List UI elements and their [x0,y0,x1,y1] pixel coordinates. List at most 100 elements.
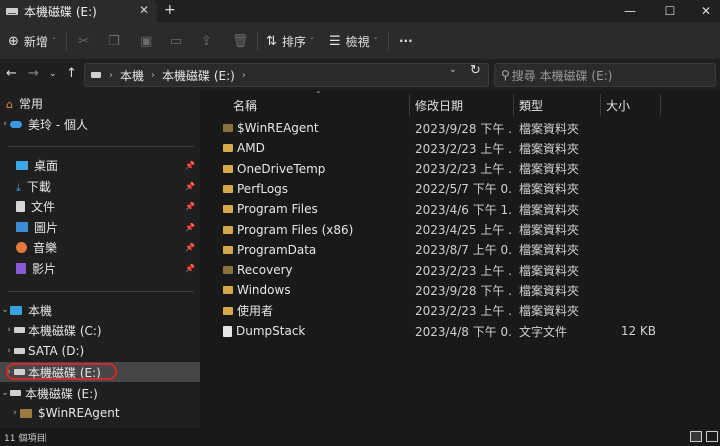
pin-icon[interactable]: 📌 [185,161,195,170]
close-window-button[interactable]: ✕ [688,0,720,22]
minimize-button[interactable]: — [612,0,648,22]
back-button[interactable]: ← [6,66,17,81]
sidebar-item-documents[interactable]: 文件 📌 [0,196,200,216]
chevron-right-icon[interactable]: › [0,119,10,129]
sort-button[interactable]: ⇅ 排序 ˇ [266,22,314,60]
new-tab-button[interactable]: + [164,2,176,18]
rename-button[interactable]: ▭ [170,22,182,60]
file-name-cell[interactable]: ProgramData [223,240,409,260]
file-name-cell[interactable]: Program Files (x86) [223,220,409,240]
size-cell [606,138,656,158]
sidebar-item-drive-c[interactable]: › 本機磁碟 (C:) [0,320,200,340]
pane-splitter[interactable] [200,90,211,428]
column-divider[interactable] [513,94,514,116]
sidebar-item-videos[interactable]: 影片 📌 [0,258,200,278]
column-header-size[interactable]: 大小 [606,94,630,116]
column-divider[interactable] [409,94,410,116]
pin-icon[interactable]: 📌 [185,243,195,252]
sidebar-item-pictures[interactable]: 圖片 📌 [0,217,200,237]
table-row[interactable]: OneDriveTemp 2023/2/23 上午 ... 檔案資料夾 [211,159,720,179]
file-name-cell[interactable]: DumpStack [223,321,409,341]
address-bar[interactable]: › 本機 › 本機磁碟 (E:) › [84,63,489,87]
chevron-down-icon[interactable]: ⌄ [0,305,10,315]
new-button[interactable]: ⊕ 新增 ˇ [8,22,56,60]
divider [8,291,194,292]
details-view-button[interactable] [690,431,702,442]
recent-dropdown-button[interactable]: ⌄ [49,69,57,79]
desktop-icon [16,160,28,170]
folder-icon [223,306,233,315]
pin-icon[interactable]: 📌 [185,182,195,191]
tab-close-button[interactable]: ✕ [139,3,149,17]
paste-button[interactable]: ▣ [140,22,152,60]
column-header-name[interactable]: 名稱 [233,94,257,116]
search-input[interactable]: ⚲ 搜尋 本機磁碟 (E:) [494,63,716,87]
chevron-down-icon[interactable]: ⌄ [0,388,10,398]
refresh-button[interactable]: ↻ [470,63,481,78]
table-row[interactable]: ProgramData 2023/8/7 上午 0... 檔案資料夾 [211,240,720,260]
sidebar-item-label: 本機磁碟 (E:) [25,386,98,401]
tiles-view-button[interactable] [706,431,718,442]
chevron-right-icon[interactable]: › [4,325,14,335]
file-name-cell[interactable]: AMD [223,138,409,158]
trash-icon: 🗑 [232,33,249,49]
pin-icon[interactable]: 📌 [185,202,195,211]
chevron-down-icon: ˇ [51,36,56,46]
table-row[interactable]: PerfLogs 2022/5/7 下午 0... 檔案資料夾 [211,179,720,199]
maximize-button[interactable]: ☐ [652,0,688,22]
share-button[interactable]: ⇪ [201,22,212,60]
table-row[interactable]: Program Files (x86) 2023/4/25 上午 ... 檔案資料夾 [211,220,720,240]
more-options-button[interactable]: ··· [399,22,413,60]
file-name-cell[interactable]: 使用者 [223,301,409,321]
pin-icon[interactable]: 📌 [185,264,195,273]
forward-button[interactable]: → [28,66,39,81]
file-name-cell[interactable]: OneDriveTemp [223,159,409,179]
table-row[interactable]: Windows 2023/9/28 下午 ... 檔案資料夾 [211,280,720,300]
sidebar-item-downloads[interactable]: ⤓ 下載 📌 [0,176,200,196]
sidebar-item-tree-drive-e[interactable]: ⌄ 本機磁碟 (E:) [0,383,200,403]
table-row[interactable]: $WinREAgent 2023/9/28 下午 ... 檔案資料夾 [211,118,720,138]
address-dropdown-button[interactable]: ⌄ [449,65,457,75]
divider [45,433,46,442]
column-header-type[interactable]: 類型 [519,94,543,116]
sidebar-item-label: SATA (D:) [28,344,85,358]
file-name: OneDriveTemp [237,161,326,176]
sidebar-item-desktop[interactable]: 桌面 📌 [0,155,200,175]
column-divider[interactable] [600,94,601,116]
column-header-date[interactable]: 修改日期 [415,94,463,116]
file-name-cell[interactable]: Windows [223,280,409,300]
file-name-cell[interactable]: Recovery [223,260,409,280]
table-row[interactable]: 使用者 2023/2/23 上午 ... 檔案資料夾 [211,301,720,321]
chevron-right-icon[interactable]: › [4,346,14,356]
chevron-down-icon: ˇ [373,36,378,46]
cut-button[interactable]: ✂ [78,22,89,60]
file-name-cell[interactable]: PerfLogs [223,179,409,199]
breadcrumb-drive-e[interactable]: 本機磁碟 (E:) [162,67,235,84]
more-icon: ··· [399,34,413,48]
tab-drive-e[interactable]: 本機磁碟 (E:) ✕ [0,0,157,22]
sidebar-item-drive-d[interactable]: › SATA (D:) [0,341,200,361]
sidebar-item-home[interactable]: ⌂ 常用 [0,93,200,113]
sidebar-item-cloud[interactable]: › 美玲 - 個人 [0,114,200,134]
copy-button[interactable]: ❐ [108,22,120,60]
up-button[interactable]: ↑ [66,66,77,81]
chevron-right-icon: › [109,69,113,81]
sidebar-item-this-pc[interactable]: ⌄ 本機 [0,300,200,320]
column-divider[interactable] [660,94,661,116]
file-name-cell[interactable]: $WinREAgent [223,118,409,138]
chevron-right-icon[interactable]: › [10,408,20,418]
sidebar-item-winreagent[interactable]: › $WinREAgent [0,403,200,423]
table-row[interactable]: Recovery 2023/2/23 上午 ... 檔案資料夾 [211,260,720,280]
breadcrumb-this-pc[interactable]: 本機 [120,67,144,84]
sort-label: 排序 [281,34,306,49]
file-name-cell[interactable]: Program Files [223,199,409,219]
pin-icon[interactable]: 📌 [185,223,195,232]
sidebar-item-drive-e[interactable]: › 本機磁碟 (E:) [0,362,200,382]
table-row[interactable]: AMD 2023/2/23 上午 ... 檔案資料夾 [211,138,720,158]
view-button[interactable]: ☰ 檢視 ˇ [329,22,378,60]
table-row[interactable]: Program Files 2023/4/6 下午 1... 檔案資料夾 [211,199,720,219]
table-row[interactable]: DumpStack 2023/4/8 下午 0... 文字文件 12 KB [211,321,720,341]
delete-button[interactable]: 🗑 [232,22,249,60]
size-cell [606,260,656,280]
sidebar-item-music[interactable]: 音樂 📌 [0,237,200,257]
